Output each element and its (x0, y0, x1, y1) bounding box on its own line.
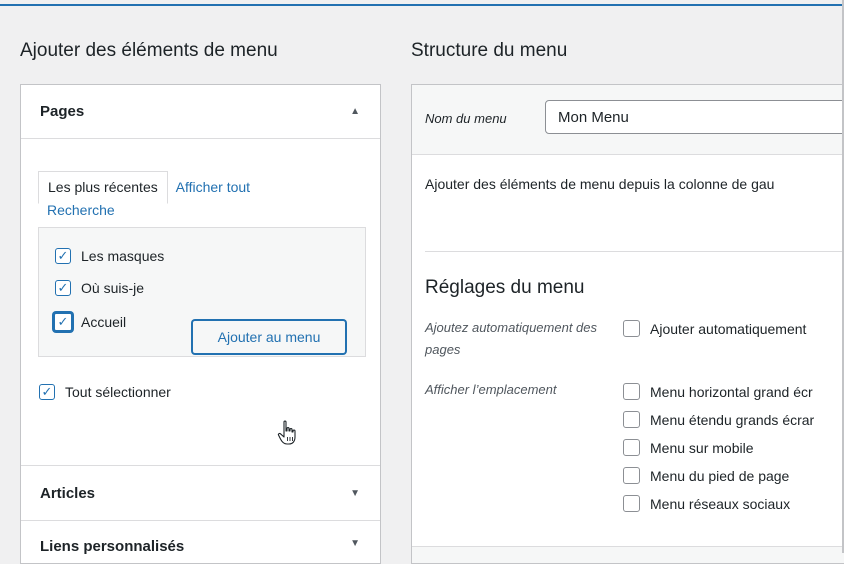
menu-settings-title: Réglages du menu (425, 277, 585, 298)
checkbox-les-masques[interactable]: ✓ (55, 248, 71, 264)
select-all-checkbox[interactable]: ✓ (39, 384, 55, 400)
page-item-label: Les masques (81, 248, 165, 264)
location-checkbox[interactable] (623, 467, 640, 484)
location-label: Menu horizontal grand écr (650, 383, 813, 400)
page-item-les-masques[interactable]: ✓ Les masques (55, 248, 164, 264)
location-label: Menu sur mobile (650, 439, 754, 456)
location-label: Menu réseaux sociaux (650, 495, 791, 512)
checkmark-icon: ✓ (57, 314, 69, 330)
menu-structure-heading: Structure du menu (411, 40, 568, 61)
pages-tabs: Les plus récentes Afficher tout Recherch… (38, 171, 368, 220)
hand-cursor-icon (277, 420, 296, 445)
divider (425, 251, 844, 252)
location-option-footer[interactable]: Menu du pied de page (623, 467, 789, 484)
page-item-label: Accueil (81, 314, 127, 330)
pages-section-body: Les plus récentes Afficher tout Recherch… (21, 139, 380, 466)
checkbox-ou-suis-je[interactable]: ✓ (55, 280, 71, 296)
menu-footer-bar (412, 546, 844, 563)
pages-section-header[interactable]: Pages ▲ (21, 85, 380, 139)
location-label: Menu étendu grands écrar (650, 411, 815, 428)
location-option-primary[interactable]: Menu horizontal grand écr (623, 383, 813, 400)
menu-instructions: Ajouter des éléments de menu depuis la c… (425, 176, 775, 192)
pages-section-title: Pages (40, 103, 85, 120)
menu-name-bar: Nom du menu (412, 85, 844, 155)
auto-add-pages-label: Ajoutez automatiquement des pages (425, 320, 597, 357)
menu-name-label: Nom du menu (425, 111, 507, 126)
location-option-expanded[interactable]: Menu étendu grands écrar (623, 411, 814, 428)
add-menu-items-heading: Ajouter des éléments de menu (20, 40, 278, 61)
page-item-accueil[interactable]: ✓ Accueil (53, 312, 127, 332)
expand-arrow-icon[interactable]: ▼ (350, 538, 360, 549)
auto-add-option-label: Ajouter automatiquement (650, 320, 807, 337)
tab-view-all[interactable]: Afficher tout (172, 177, 250, 197)
articles-section-title: Articles (40, 484, 96, 502)
checkmark-icon: ✓ (41, 384, 53, 400)
menu-name-input[interactable] (545, 100, 844, 134)
articles-section-header[interactable]: Articles ▼ (21, 466, 380, 521)
custom-links-section-title: Liens personnalisés (40, 538, 185, 555)
collapse-arrow-icon[interactable]: ▲ (350, 106, 360, 117)
location-checkbox[interactable] (623, 495, 640, 512)
location-checkbox[interactable] (623, 411, 640, 428)
custom-links-section-header[interactable]: Liens personnalisés ▼ (21, 521, 380, 555)
location-option-mobile[interactable]: Menu sur mobile (623, 439, 754, 456)
tab-most-recent[interactable]: Les plus récentes (38, 171, 168, 204)
select-all-pages[interactable]: ✓ Tout sélectionner (39, 384, 171, 400)
page-item-label: Où suis-je (81, 280, 145, 296)
menu-structure-panel: Nom du menu Ajouter des éléments de menu… (411, 84, 844, 564)
location-label: Menu du pied de page (650, 467, 790, 484)
add-to-menu-button[interactable]: Ajouter au menu (192, 320, 346, 354)
checkbox-accueil[interactable]: ✓ (53, 312, 73, 332)
location-checkbox[interactable] (623, 439, 640, 456)
location-checkbox[interactable] (623, 383, 640, 400)
display-location-label: Afficher l’emplacement (425, 382, 557, 397)
location-option-social[interactable]: Menu réseaux sociaux (623, 495, 790, 512)
auto-add-checkbox[interactable] (623, 320, 640, 337)
checkmark-icon: ✓ (57, 248, 69, 264)
select-all-label: Tout sélectionner (65, 384, 171, 400)
page-item-ou-suis-je[interactable]: ✓ Où suis-je (55, 280, 144, 296)
expand-arrow-icon[interactable]: ▼ (350, 488, 360, 499)
auto-add-pages-option[interactable]: Ajouter automatiquement (623, 320, 806, 337)
top-frame (0, 0, 844, 6)
checkmark-icon: ✓ (57, 280, 69, 296)
